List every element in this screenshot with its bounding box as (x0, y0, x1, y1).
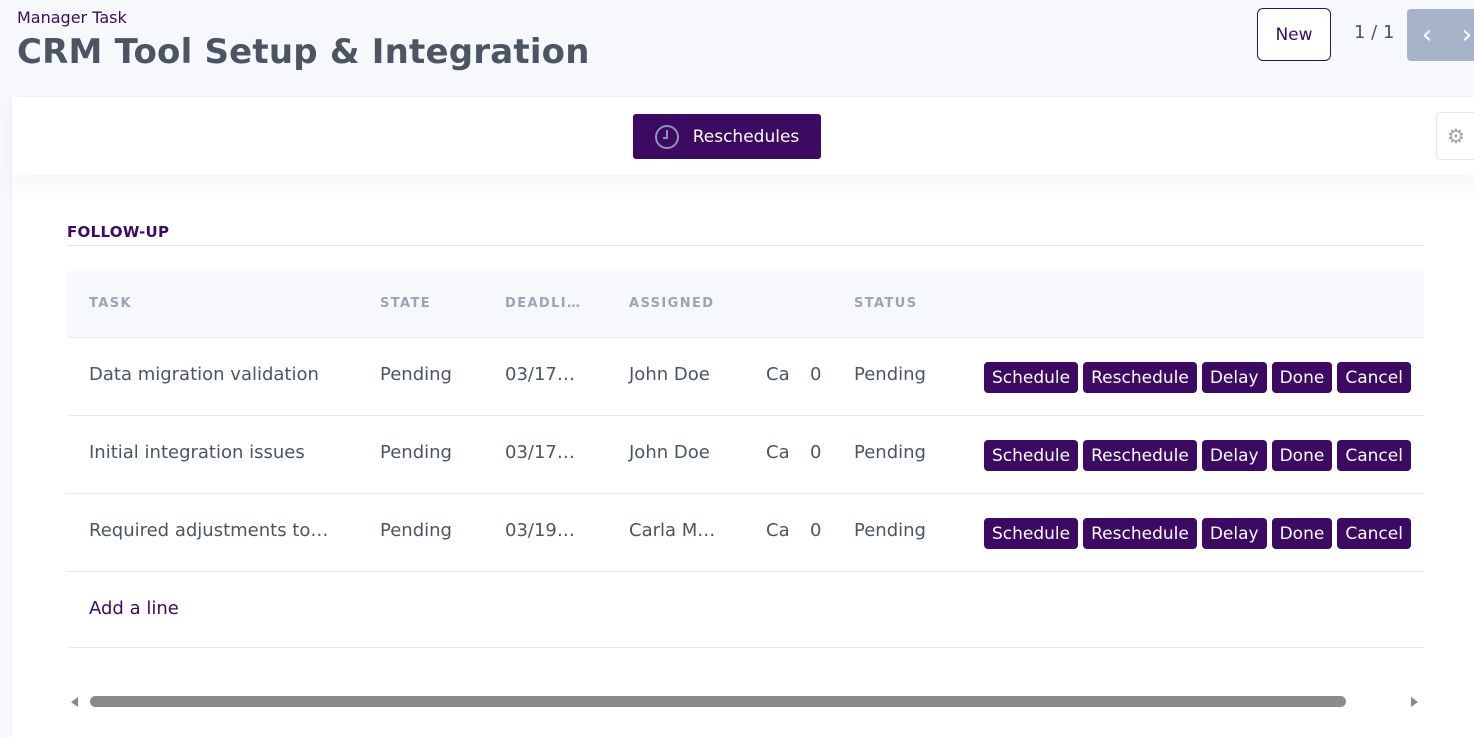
add-line-link[interactable]: Add a line (89, 598, 179, 619)
done-button[interactable]: Done (1271, 518, 1333, 549)
cancel-button[interactable]: Cancel (1337, 362, 1411, 393)
row-actions: Schedule Reschedule Delay Done Cancel (984, 440, 1411, 471)
table-row[interactable]: Required adjustments to… Pending 03/19… … (67, 494, 1424, 572)
schedule-button[interactable]: Schedule (984, 518, 1079, 549)
status-cell: Pending (854, 442, 926, 463)
task-cell: Initial integration issues (89, 442, 305, 463)
reschedule-button[interactable]: Reschedule (1083, 518, 1197, 549)
schedule-button[interactable]: Schedule (984, 440, 1079, 471)
scroll-left-icon[interactable] (71, 697, 78, 707)
form-sheet: Reschedules ⚙ FOLLOW-UP TASK STATE DEADL… (12, 97, 1474, 737)
breadcrumb[interactable]: Manager Task (17, 8, 127, 27)
section-divider (67, 245, 1424, 246)
scrollbar-thumb[interactable] (90, 696, 1346, 707)
truncated-cell: Ca (766, 442, 790, 463)
done-button[interactable]: Done (1271, 440, 1333, 471)
column-header-state[interactable]: STATE (380, 296, 431, 311)
column-header-task[interactable]: TASK (89, 296, 132, 311)
truncated-cell: Ca (766, 364, 790, 385)
done-button[interactable]: Done (1271, 362, 1333, 393)
row-actions: Schedule Reschedule Delay Done Cancel (984, 362, 1411, 393)
pager-counter[interactable]: 1 / 1 (1354, 22, 1394, 43)
chevron-left-icon[interactable]: ‹ (1407, 9, 1447, 61)
status-cell: Pending (854, 520, 926, 541)
reschedules-button[interactable]: Reschedules (633, 114, 821, 159)
state-cell: Pending (380, 364, 452, 385)
deadline-cell: 03/17… (505, 364, 575, 385)
reschedules-label: Reschedules (692, 126, 800, 147)
page-title: CRM Tool Setup & Integration (17, 32, 590, 72)
delay-button[interactable]: Delay (1201, 518, 1267, 549)
row-actions: Schedule Reschedule Delay Done Cancel (984, 518, 1411, 549)
schedule-button[interactable]: Schedule (984, 362, 1079, 393)
column-header-status[interactable]: STATUS (854, 296, 917, 311)
clock-icon (654, 124, 679, 149)
truncated-cell: Ca (766, 520, 790, 541)
delay-button[interactable]: Delay (1201, 440, 1267, 471)
deadline-cell: 03/19… (505, 520, 575, 541)
table-header: TASK STATE DEADLI… ASSIGNED STATUS (67, 271, 1424, 338)
count-cell: 0 (810, 442, 822, 463)
count-cell: 0 (810, 520, 822, 541)
button-box: Reschedules (12, 97, 1474, 175)
record-navigation: ‹ › (1407, 9, 1474, 61)
count-cell: 0 (810, 364, 822, 385)
delay-button[interactable]: Delay (1201, 362, 1267, 393)
assigned-cell: John Doe (629, 364, 710, 385)
scroll-right-icon[interactable] (1411, 697, 1418, 707)
column-header-assigned[interactable]: ASSIGNED (629, 296, 714, 311)
reschedule-button[interactable]: Reschedule (1083, 440, 1197, 471)
cancel-button[interactable]: Cancel (1337, 440, 1411, 471)
gear-icon[interactable]: ⚙ (1436, 112, 1474, 160)
followup-table: TASK STATE DEADLI… ASSIGNED STATUS Data … (67, 271, 1424, 648)
table-row[interactable]: Data migration validation Pending 03/17…… (67, 338, 1424, 416)
add-line-row: Add a line (67, 572, 1424, 648)
state-cell: Pending (380, 442, 452, 463)
horizontal-scrollbar[interactable] (67, 693, 1424, 711)
deadline-cell: 03/17… (505, 442, 575, 463)
state-cell: Pending (380, 520, 452, 541)
task-cell: Data migration validation (89, 364, 319, 385)
assigned-cell: Carla M… (629, 520, 716, 541)
chevron-right-icon[interactable]: › (1447, 9, 1474, 61)
reschedule-button[interactable]: Reschedule (1083, 362, 1197, 393)
table-row[interactable]: Initial integration issues Pending 03/17… (67, 416, 1424, 494)
page-header: Manager Task CRM Tool Setup & Integratio… (0, 0, 1474, 96)
task-cell: Required adjustments to… (89, 520, 329, 541)
new-button[interactable]: New (1257, 8, 1331, 61)
section-title: FOLLOW-UP (67, 223, 170, 241)
cancel-button[interactable]: Cancel (1337, 518, 1411, 549)
column-header-deadline[interactable]: DEADLI… (505, 296, 581, 311)
assigned-cell: John Doe (629, 442, 710, 463)
status-cell: Pending (854, 364, 926, 385)
